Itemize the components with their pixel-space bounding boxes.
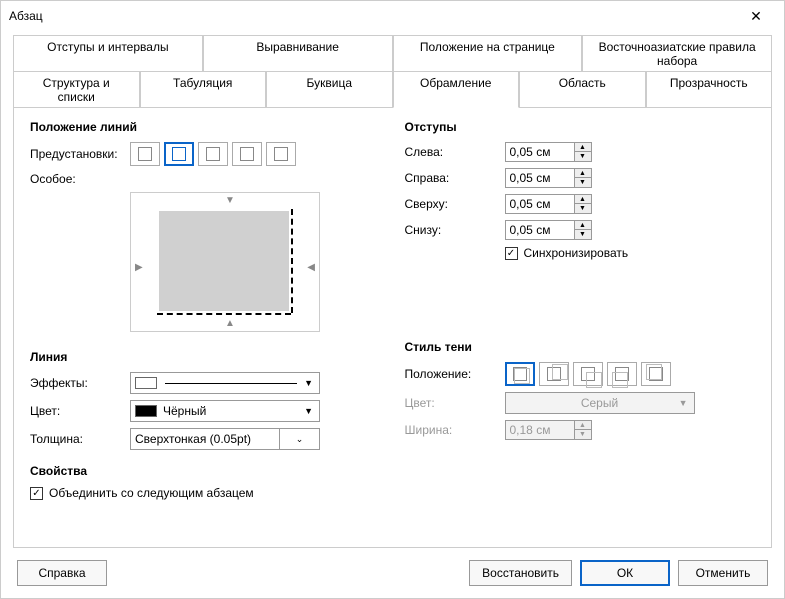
pad-left-label: Слева: [405,145,505,159]
section-line: Линия [30,350,381,364]
preset-box[interactable] [164,142,194,166]
shadow-color-combo: Серый ▼ [505,392,695,414]
tab-textflow[interactable]: Положение на странице [393,35,583,72]
spin-down-icon: ▼ [575,430,591,439]
pad-top-spinner[interactable]: ▲▼ [505,194,592,214]
tab-transparency[interactable]: Прозрачность [646,71,773,108]
border-preview[interactable]: ▼ ▲ ▶ ◀ [130,192,320,332]
spin-up-icon[interactable]: ▲ [575,195,591,204]
shadow-width-input [505,420,575,440]
pad-bottom-input[interactable] [505,220,575,240]
tab-area[interactable]: Область [519,71,646,108]
shadow-none[interactable] [505,362,535,386]
chevron-down-icon: ▼ [304,406,313,416]
shadow-topleft[interactable] [641,362,671,386]
spin-down-icon[interactable]: ▼ [575,178,591,187]
width-label: Толщина: [30,432,130,446]
shadow-color-label: Цвет: [405,396,505,410]
chevron-down-icon: ⌄ [296,434,304,445]
window-title: Абзац [9,9,736,23]
pad-right-spinner[interactable]: ▲▼ [505,168,592,188]
pad-right-input[interactable] [505,168,575,188]
sync-label: Синхронизировать [524,246,629,260]
spin-up-icon: ▲ [575,421,591,430]
sync-checkbox[interactable]: ✓ [505,247,518,260]
dialog-window: Абзац ✕ Отступы и интервалы Выравнивание… [0,0,785,599]
pad-top-input[interactable] [505,194,575,214]
shadow-bottomright[interactable] [573,362,603,386]
merge-checkbox[interactable]: ✓ [30,487,43,500]
pad-left-spinner[interactable]: ▲▼ [505,142,592,162]
pad-bottom-label: Снизу: [405,223,505,237]
spin-down-icon[interactable]: ▼ [575,230,591,239]
section-shadow: Стиль тени [405,340,756,354]
pad-left-input[interactable] [505,142,575,162]
tab-outline[interactable]: Структура и списки [13,71,140,108]
preset-none[interactable] [130,142,160,166]
tab-dropcaps[interactable]: Буквица [266,71,393,108]
restore-button[interactable]: Восстановить [469,560,572,586]
shadow-bottomleft[interactable] [607,362,637,386]
spin-down-icon[interactable]: ▼ [575,152,591,161]
preset-3d[interactable] [232,142,262,166]
width-combo[interactable]: Сверхтонкая (0.05pt) [130,428,280,450]
ok-button[interactable]: ОК [580,560,670,586]
color-label: Цвет: [30,404,130,418]
presets-group [130,142,296,166]
width-value: Сверхтонкая (0.05pt) [135,432,251,446]
dialog-buttons: Справка Восстановить ОК Отменить [1,548,784,598]
color-combo[interactable]: Чёрный ▼ [130,400,320,422]
spin-up-icon[interactable]: ▲ [575,221,591,230]
spin-down-icon[interactable]: ▼ [575,204,591,213]
section-line-position: Положение линий [30,120,381,134]
tab-indents[interactable]: Отступы и интервалы [13,35,203,72]
custom-label: Особое: [30,172,130,186]
close-icon[interactable]: ✕ [736,8,776,25]
chevron-down-icon: ▼ [304,378,313,388]
shadow-topright[interactable] [539,362,569,386]
cancel-button[interactable]: Отменить [678,560,768,586]
shadow-color-value: Серый [581,396,618,410]
tab-asian[interactable]: Восточноазиатские правила набора [582,35,772,72]
tab-tabs[interactable]: Табуляция [140,71,267,108]
shadow-width-spinner: ▲▼ [505,420,592,440]
chevron-down-icon: ▼ [679,398,688,408]
pad-right-label: Справа: [405,171,505,185]
pad-bottom-spinner[interactable]: ▲▼ [505,220,592,240]
effects-combo[interactable]: ▼ [130,372,320,394]
tab-alignment[interactable]: Выравнивание [203,35,393,72]
tabstrip: Отступы и интервалы Выравнивание Положен… [13,35,772,108]
preset-shadow[interactable] [198,142,228,166]
merge-label: Объединить со следующим абзацем [49,486,254,500]
pad-top-label: Сверху: [405,197,505,211]
width-dropdown[interactable]: ⌄ [280,428,320,450]
effects-label: Эффекты: [30,376,130,390]
tab-borders[interactable]: Обрамление [393,71,520,108]
help-button[interactable]: Справка [17,560,107,586]
section-padding: Отступы [405,120,756,134]
spin-up-icon[interactable]: ▲ [575,169,591,178]
color-value: Чёрный [163,404,206,418]
section-props: Свойства [30,464,381,478]
shadow-presets [505,362,671,386]
titlebar: Абзац ✕ [1,1,784,31]
presets-label: Предустановки: [30,147,130,161]
spin-up-icon[interactable]: ▲ [575,143,591,152]
tab-panel-borders: Положение линий Предустановки: Особое: [13,107,772,548]
preset-custom[interactable] [266,142,296,166]
shadow-width-label: Ширина: [405,423,505,437]
shadow-pos-label: Положение: [405,367,505,381]
